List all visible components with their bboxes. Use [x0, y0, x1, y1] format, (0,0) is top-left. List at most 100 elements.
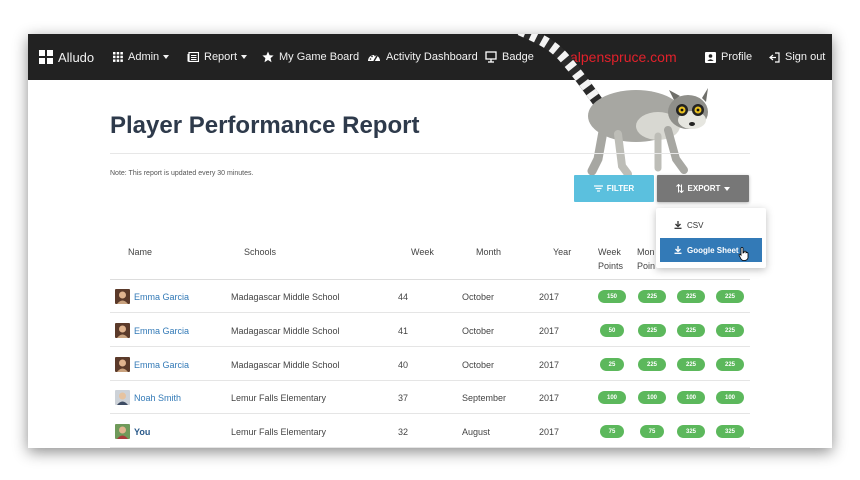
- player-name-link[interactable]: Emma Garcia: [115, 348, 189, 381]
- year-cell: 2017: [539, 325, 560, 336]
- grid-icon: [113, 52, 123, 62]
- column-header-year[interactable]: Year: [553, 245, 571, 259]
- nav-sign-out[interactable]: Sign out: [769, 34, 825, 80]
- download-icon: [674, 246, 682, 254]
- week-points-badge: 25: [600, 358, 624, 371]
- brand-link[interactable]: Alludo: [39, 34, 94, 80]
- chevron-down-icon: [241, 55, 248, 59]
- nav-admin[interactable]: Admin: [113, 34, 170, 80]
- table-row: Emma Garcia Madagascar Middle School 44 …: [110, 280, 750, 313]
- week-cell: 44: [398, 291, 409, 302]
- chevron-down-icon: [163, 55, 170, 59]
- sign-out-icon: [769, 51, 780, 63]
- week-cell: 41: [398, 325, 409, 336]
- player-name-link[interactable]: Emma Garcia: [115, 314, 189, 347]
- nav-my-game-board[interactable]: My Game Board: [262, 34, 359, 80]
- table-row: Emma Garcia Madagascar Middle School 40 …: [110, 348, 750, 381]
- year-cell: 2017: [539, 291, 560, 302]
- column-header-week[interactable]: Week: [411, 245, 434, 259]
- report-icon: [187, 52, 199, 62]
- week-cell: 40: [398, 359, 409, 370]
- school-cell: Lemur Falls Elementary: [231, 392, 327, 403]
- player-name: Emma Garcia: [134, 359, 190, 370]
- points-badge: 100: [677, 391, 705, 404]
- nav-activity-dashboard[interactable]: Activity Dashboard: [367, 34, 478, 80]
- player-name: You: [134, 426, 151, 437]
- column-header-month-points-line1: Mon: [637, 247, 655, 257]
- school-cell: Lemur Falls Elementary: [231, 426, 327, 437]
- export-csv-item[interactable]: CSV: [660, 213, 762, 237]
- month-points-badge: 225: [638, 290, 666, 303]
- player-name-link[interactable]: You: [115, 415, 150, 448]
- brand-label: Alludo: [58, 49, 95, 65]
- table-row: You Lemur Falls Elementary 32 August 201…: [110, 415, 750, 448]
- points-badge: 325: [716, 425, 744, 438]
- update-note: Note: This report is updated every 30 mi…: [110, 170, 254, 177]
- app-window: Alludo Admin Report My Game Board Activi…: [28, 34, 832, 448]
- column-header-month-points[interactable]: Mon Poin: [637, 245, 655, 273]
- column-header-week-points[interactable]: Week Points: [598, 245, 623, 273]
- sort-arrows-icon: [675, 184, 684, 193]
- nav-report[interactable]: Report: [187, 34, 248, 80]
- badge-icon: [485, 51, 497, 63]
- player-name: Emma Garcia: [134, 291, 190, 302]
- export-button[interactable]: EXPORT: [657, 175, 749, 202]
- hand-cursor-icon: [738, 247, 749, 261]
- points-badge: 225: [677, 358, 705, 371]
- column-header-month[interactable]: Month: [476, 245, 501, 259]
- dashboard-icon: [368, 54, 380, 62]
- star-icon: [262, 51, 274, 63]
- alludo-logo-icon: [39, 50, 53, 64]
- points-badge: 225: [677, 290, 705, 303]
- week-cell: 37: [398, 392, 409, 403]
- table-row: Emma Garcia Madagascar Middle School 41 …: [110, 314, 750, 347]
- column-header-name[interactable]: Name: [128, 245, 152, 259]
- table-row: Noah Smith Lemur Falls Elementary 37 Sep…: [110, 381, 750, 414]
- month-points-badge: 225: [638, 324, 666, 337]
- month-points-badge: 225: [638, 358, 666, 371]
- player-name-link[interactable]: Emma Garcia: [115, 280, 189, 313]
- month-points-badge: 75: [640, 425, 664, 438]
- player-name: Emma Garcia: [134, 325, 190, 336]
- filter-button-label: FILTER: [606, 184, 635, 193]
- year-cell: 2017: [539, 426, 560, 437]
- filter-icon: [593, 185, 603, 192]
- avatar: [115, 289, 130, 304]
- month-cell: October: [462, 325, 495, 336]
- title-divider: [110, 153, 750, 154]
- player-name: Noah Smith: [134, 392, 182, 403]
- column-header-month-points-line2: Poin: [637, 261, 656, 271]
- avatar: [115, 390, 130, 405]
- month-cell: October: [462, 359, 495, 370]
- lemur-illustration: [516, 34, 708, 178]
- week-cell: 32: [398, 426, 409, 437]
- week-points-badge: 50: [600, 324, 624, 337]
- nav-sign-out-label: Sign out: [785, 51, 826, 63]
- month-cell: September: [462, 392, 507, 403]
- points-badge: 225: [716, 324, 744, 337]
- points-badge: 100: [716, 391, 744, 404]
- chevron-down-icon: [724, 186, 731, 191]
- column-header-schools[interactable]: Schools: [244, 245, 276, 259]
- month-cell: October: [462, 291, 495, 302]
- school-cell: Madagascar Middle School: [231, 291, 340, 302]
- year-cell: 2017: [539, 392, 560, 403]
- week-points-badge: 100: [598, 391, 626, 404]
- year-cell: 2017: [539, 359, 560, 370]
- column-header-week-points-line1: Week: [598, 247, 621, 257]
- month-cell: August: [462, 426, 491, 437]
- month-points-badge: 100: [638, 391, 666, 404]
- nav-my-game-board-label: My Game Board: [279, 51, 360, 63]
- player-name-link[interactable]: Noah Smith: [115, 381, 181, 414]
- points-badge: 225: [677, 324, 705, 337]
- nav-admin-label: Admin: [128, 51, 160, 63]
- nav-report-label: Report: [204, 51, 238, 63]
- filter-button[interactable]: FILTER: [574, 175, 654, 202]
- export-button-label: EXPORT: [687, 184, 721, 193]
- page-title: Player Performance Report: [110, 112, 420, 139]
- column-header-week-points-line2: Points: [598, 261, 624, 271]
- week-points-badge: 150: [598, 290, 626, 303]
- avatar: [115, 424, 130, 439]
- nav-activity-dashboard-label: Activity Dashboard: [386, 51, 478, 63]
- points-badge: 325: [677, 425, 705, 438]
